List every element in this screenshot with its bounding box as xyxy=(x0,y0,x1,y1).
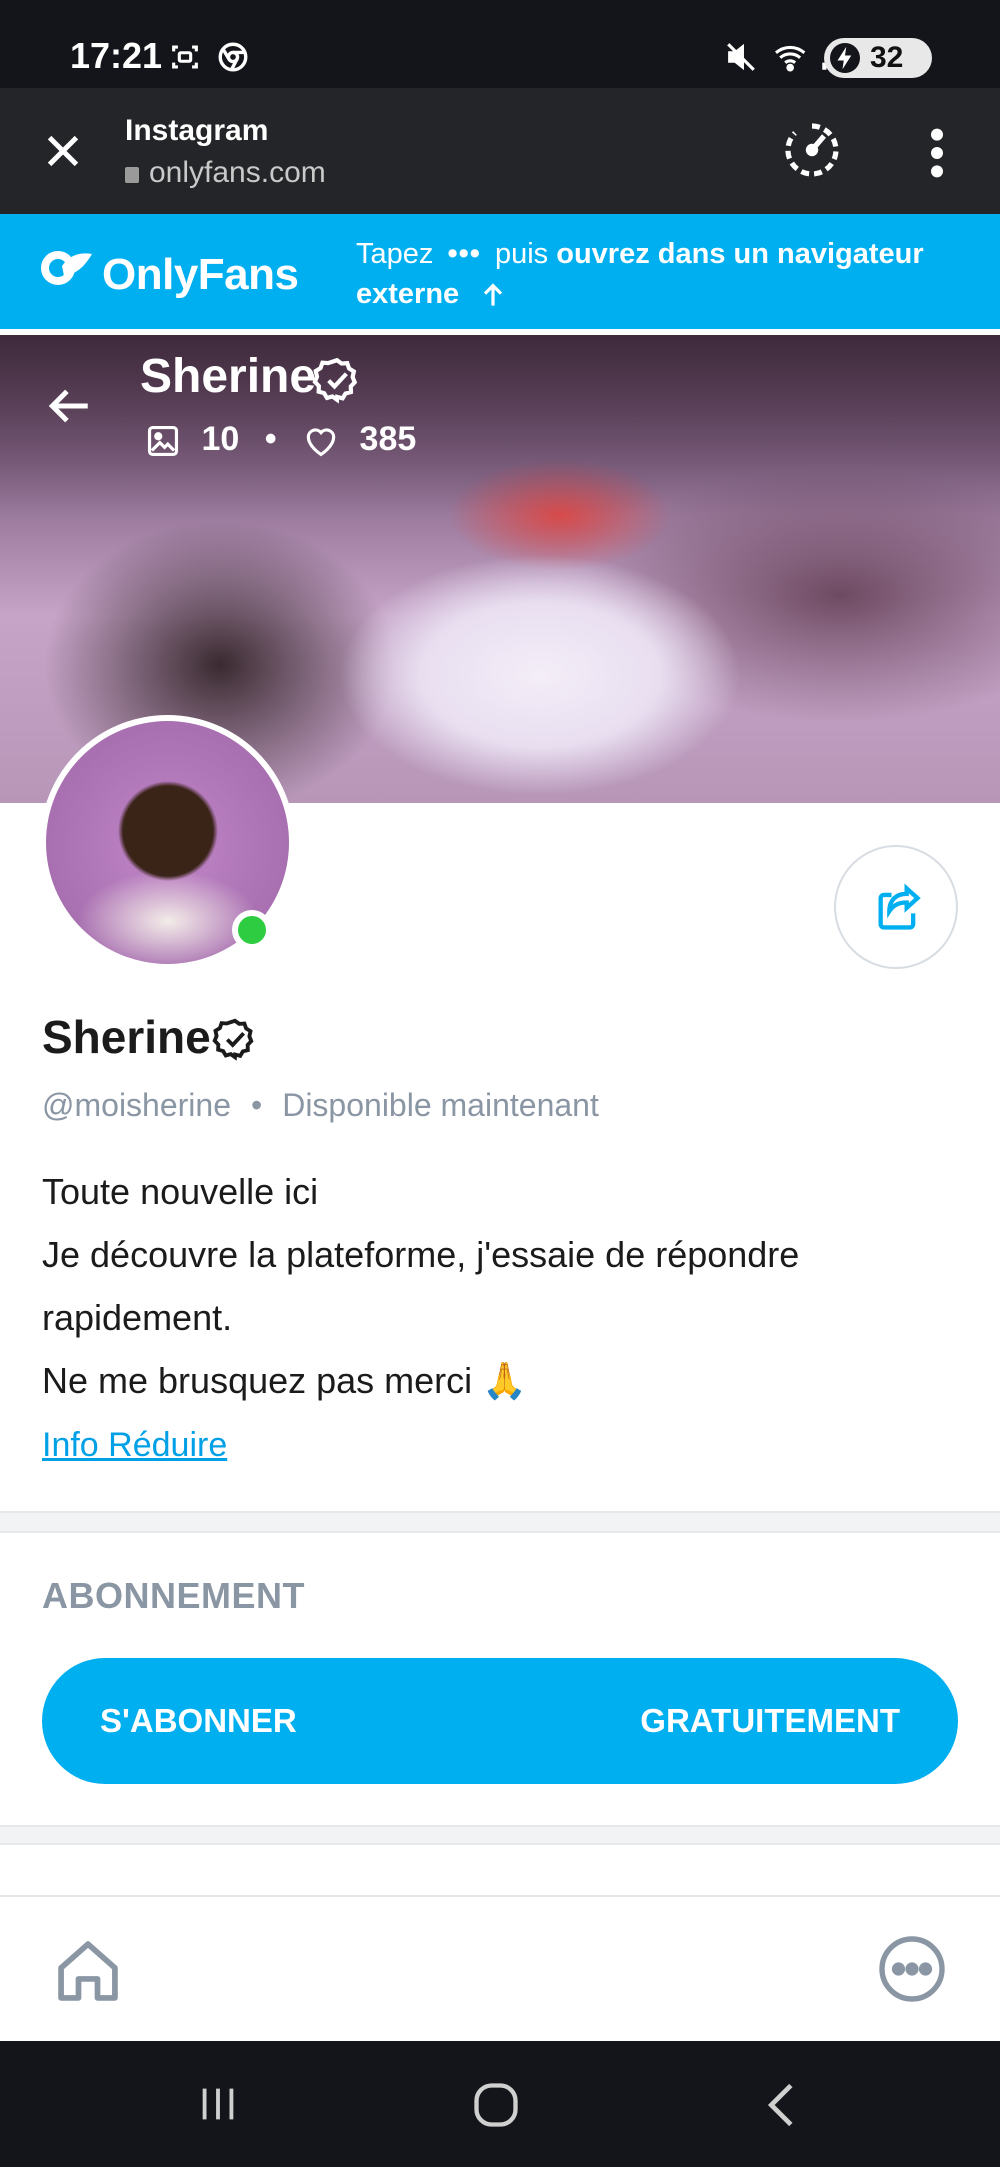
browser-title: Instagram xyxy=(125,114,269,147)
cover-stats: 10 • 385 xyxy=(144,417,416,461)
onlyfans-banner: OnlyFans Tapez ••• puis ouvrez dans un n… xyxy=(0,214,1000,329)
subscribe-label: S'ABONNER xyxy=(100,1702,297,1739)
bio-line: Ne me brusquez pas merci 🙏 xyxy=(42,1360,527,1401)
profile-handle: @moisherine xyxy=(42,1087,231,1123)
verified-icon xyxy=(212,1018,254,1061)
close-icon[interactable] xyxy=(40,128,86,174)
hint-prefix: Tapez xyxy=(356,238,434,270)
in-app-browser-bar: Instagram onlyfans.com xyxy=(0,88,1000,214)
onlyfans-logo-icon xyxy=(41,251,92,285)
info-collapse-link[interactable]: Info Réduire xyxy=(42,1426,227,1465)
stats-separator: • xyxy=(264,420,277,458)
system-back-icon[interactable] xyxy=(760,2079,800,2131)
screenshot-icon xyxy=(172,45,198,69)
likes-count: 385 xyxy=(359,420,417,458)
charging-icon xyxy=(830,43,860,73)
section-divider xyxy=(0,1511,1000,1533)
mute-icon xyxy=(727,43,755,71)
chrome-icon xyxy=(218,42,248,72)
home-icon[interactable] xyxy=(50,1933,126,2009)
arrow-up-icon xyxy=(484,283,503,306)
bio-line: Je découvre la plateforme, j'essaie de r… xyxy=(42,1234,800,1338)
more-horiz-icon[interactable] xyxy=(876,1933,948,2005)
handle-separator: • xyxy=(251,1087,263,1123)
status-bar: 17:21 32 xyxy=(0,0,1000,88)
onlyfans-logo-text: OnlyFans xyxy=(102,250,299,299)
onlyfans-logo[interactable]: OnlyFans xyxy=(40,244,300,299)
profile-name: Sherine xyxy=(42,1011,211,1063)
profile-bio: Toute nouvelle ici Je découvre la platef… xyxy=(42,1160,972,1412)
recent-apps-icon[interactable] xyxy=(193,2081,243,2127)
share-icon xyxy=(878,883,921,930)
back-arrow-icon[interactable] xyxy=(44,381,94,431)
availability-status: Disponible maintenant xyxy=(282,1087,599,1123)
system-navigation-bar xyxy=(0,2041,1000,2167)
hint-bold: ouvrez dans un navigateur externe xyxy=(356,238,924,310)
verified-icon xyxy=(312,357,358,404)
posts-count: 10 xyxy=(201,420,240,458)
open-external-hint: Tapez ••• puis ouvrez dans un navigateur… xyxy=(356,234,966,314)
battery-indicator: 32 xyxy=(824,38,932,78)
wifi-icon xyxy=(775,45,806,72)
lock-icon xyxy=(125,167,139,183)
browser-url-text: onlyfans.com xyxy=(149,156,326,189)
subscribe-price-label: GRATUITEMENT xyxy=(640,1702,900,1739)
system-home-icon[interactable] xyxy=(470,2079,522,2131)
hint-dots-icon: ••• xyxy=(447,238,481,270)
speed-icon[interactable] xyxy=(780,118,844,182)
section-divider xyxy=(0,1825,1000,1845)
bio-line: Toute nouvelle ici xyxy=(42,1171,319,1212)
subscribe-button[interactable]: S'ABONNER GRATUITEMENT xyxy=(42,1658,958,1784)
more-vert-icon[interactable] xyxy=(922,128,952,178)
heart-icon xyxy=(306,428,336,457)
battery-level: 32 xyxy=(870,41,904,74)
subscription-heading: ABONNEMENT xyxy=(42,1575,305,1616)
status-time: 17:21 xyxy=(70,35,163,76)
share-button[interactable] xyxy=(834,845,958,969)
cover-name: Sherine xyxy=(140,350,317,403)
online-status-indicator xyxy=(232,910,272,950)
browser-url[interactable]: onlyfans.com xyxy=(125,156,326,190)
image-icon xyxy=(147,425,179,457)
bottom-navigation xyxy=(0,1895,1000,2041)
hint-middle: puis xyxy=(494,238,549,270)
handle-line: @moisherine • Disponible maintenant xyxy=(42,1087,599,1124)
